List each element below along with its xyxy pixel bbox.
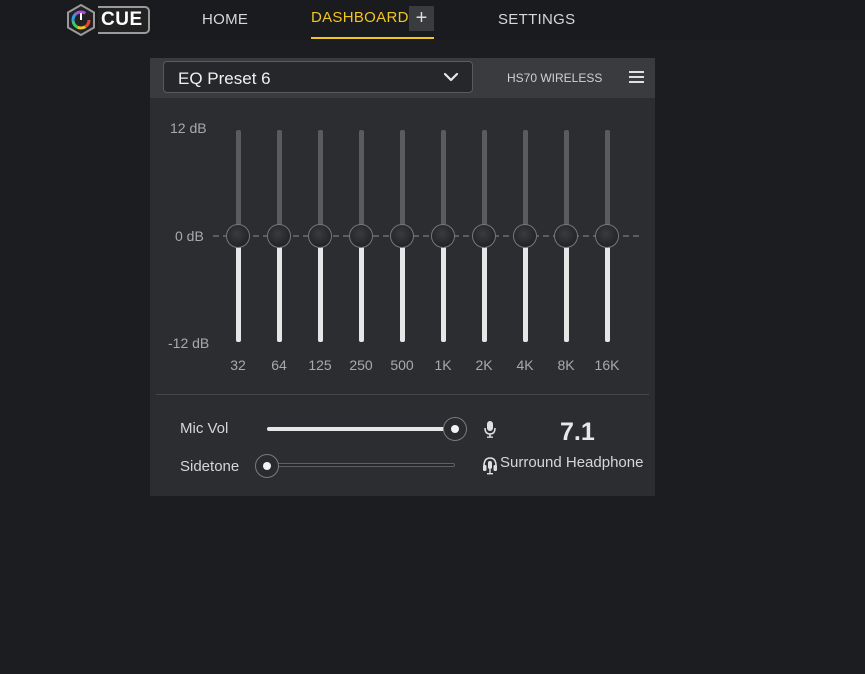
eq-band-knob[interactable] — [390, 224, 414, 248]
mic-vol-knob[interactable] — [443, 417, 467, 441]
hamburger-menu-icon[interactable] — [629, 71, 644, 85]
eq-band-fill — [358, 236, 364, 342]
sidetone-slider[interactable] — [267, 463, 455, 467]
panel-header: EQ Preset 6 HS70 WIRELESS — [150, 58, 655, 98]
chevron-down-icon — [443, 72, 459, 82]
logo-text: CUE — [98, 6, 150, 34]
cue-logo[interactable]: CUE — [66, 3, 150, 37]
eq-band-knob[interactable] — [513, 224, 537, 248]
eq-band-fill — [440, 236, 446, 342]
db-label-bottom: -12 dB — [168, 335, 210, 351]
eq-band-frequency-label: 2K — [475, 357, 493, 373]
eq-band-fill — [235, 236, 241, 342]
surround-value: 7.1 — [560, 418, 595, 446]
eq-band-frequency-label: 500 — [390, 357, 414, 373]
sidetone-knob[interactable] — [255, 454, 279, 478]
eq-band-frequency-label: 64 — [271, 357, 287, 373]
microphone-icon[interactable] — [484, 420, 496, 438]
eq-band-fill — [604, 236, 610, 342]
nav-dashboard[interactable]: DASHBOARD — [311, 9, 409, 26]
headset-panel: EQ Preset 6 HS70 WIRELESS 12 dB 0 dB -12… — [150, 58, 655, 496]
active-tab-indicator — [311, 37, 434, 39]
eq-band-knob[interactable] — [226, 224, 250, 248]
eq-band-frequency-label: 250 — [349, 357, 373, 373]
eq-preset-dropdown[interactable]: EQ Preset 6 — [163, 61, 473, 93]
eq-band-fill — [317, 236, 323, 342]
eq-band-knob[interactable] — [267, 224, 291, 248]
mic-vol-label: Mic Vol — [180, 420, 229, 437]
eq-band-frequency-label: 16K — [594, 357, 620, 373]
eq-band-knob[interactable] — [349, 224, 373, 248]
eq-band-frequency-label: 32 — [230, 357, 246, 373]
eq-band-frequency-label: 125 — [308, 357, 332, 373]
device-name: HS70 WIRELESS — [507, 71, 603, 85]
surround-headphone-icon[interactable] — [482, 456, 498, 476]
db-label-mid: 0 dB — [175, 228, 204, 244]
divider — [156, 394, 649, 395]
eq-band-fill — [481, 236, 487, 342]
eq-preset-value: EQ Preset 6 — [178, 69, 271, 88]
surround-label[interactable]: Surround Headphone — [500, 454, 643, 471]
sidetone-label: Sidetone — [180, 458, 240, 475]
eq-band-fill — [399, 236, 405, 342]
eq-band-frequency-label: 4K — [516, 357, 534, 373]
eq-band-knob[interactable] — [472, 224, 496, 248]
mic-vol-slider[interactable] — [267, 427, 455, 431]
nav-home[interactable]: HOME — [202, 11, 248, 28]
cue-hex-logo-icon — [67, 4, 95, 36]
add-dashboard-button[interactable]: + — [409, 6, 434, 31]
eq-band-knob[interactable] — [308, 224, 332, 248]
eq-band-fill — [522, 236, 528, 342]
eq-band-fill — [563, 236, 569, 342]
eq-band-frequency-label: 8K — [557, 357, 575, 373]
eq-band-frequency-label: 1K — [434, 357, 452, 373]
db-label-top: 12 dB — [170, 120, 207, 136]
equalizer: 12 dB 0 dB -12 dB 32 64 125 250 500 1K 2K 4K 8K 1… — [155, 110, 650, 392]
eq-band-knob[interactable] — [595, 224, 619, 248]
eq-band-fill — [276, 236, 282, 342]
nav-settings[interactable]: SETTINGS — [498, 11, 575, 28]
eq-band-knob[interactable] — [431, 224, 455, 248]
top-nav-bar: CUE HOME DASHBOARD + SETTINGS — [0, 0, 865, 40]
eq-band-knob[interactable] — [554, 224, 578, 248]
